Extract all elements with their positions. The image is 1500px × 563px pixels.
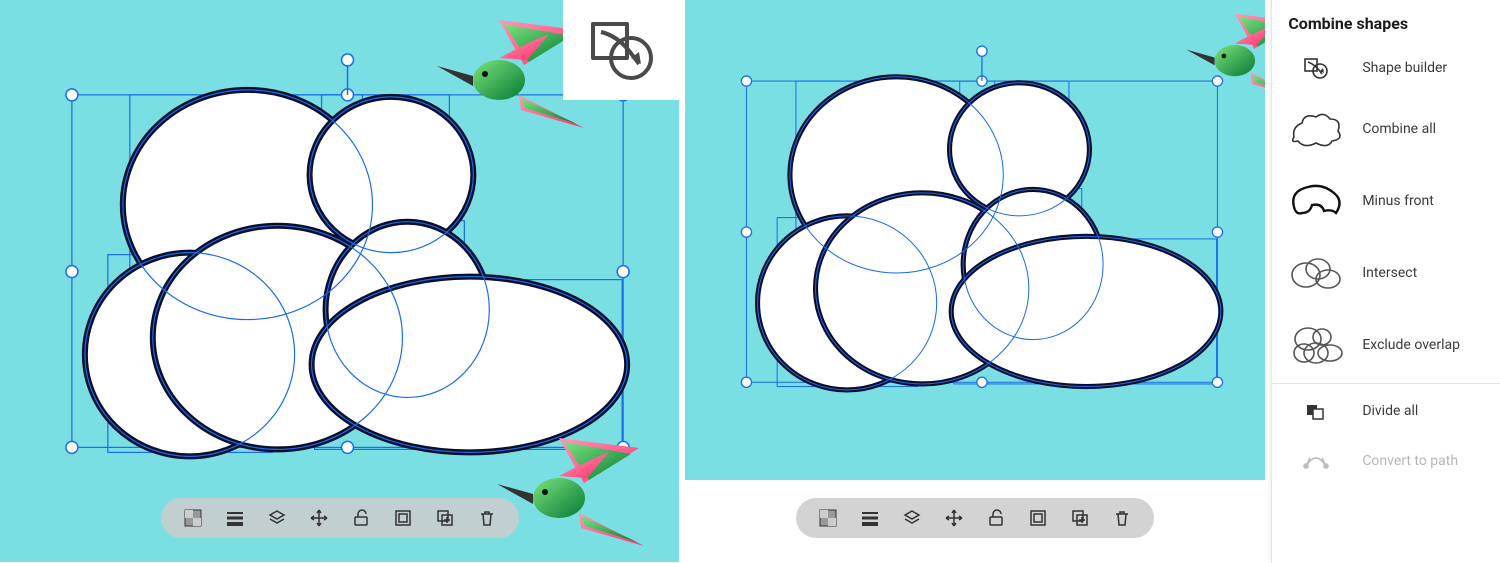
canvas-left[interactable] [0, 0, 679, 563]
duplicate-button[interactable] [1070, 508, 1090, 528]
delete-button[interactable] [1112, 508, 1132, 528]
panel-item-combine-all[interactable]: Combine all [1272, 93, 1500, 165]
panel-divider [1272, 383, 1500, 384]
panel-item-shape-builder[interactable]: Shape builder [1272, 43, 1500, 93]
hummingbird-bottom-left-canvas [489, 428, 649, 558]
delete-button[interactable] [477, 508, 497, 528]
panel-item-label: Minus front [1362, 193, 1434, 209]
context-toolbar-right [796, 498, 1154, 538]
context-toolbar-left [161, 498, 519, 538]
panel-item-label: Exclude overlap [1362, 337, 1460, 353]
hummingbird-top-right-canvas [1181, 6, 1266, 107]
fill-swatch-button[interactable] [183, 508, 203, 528]
panel-item-label: Divide all [1362, 403, 1418, 419]
lock-button[interactable] [351, 508, 371, 528]
panel-item-label: Shape builder [1362, 60, 1447, 76]
combine-all-icon [1288, 105, 1344, 153]
panel-item-label: Combine all [1362, 121, 1436, 137]
group-button[interactable] [1028, 508, 1048, 528]
divide-all-icon [1288, 399, 1344, 423]
group-button[interactable] [393, 508, 413, 528]
artboard-right [685, 0, 1265, 480]
panel-item-minus-front[interactable]: Minus front [1272, 165, 1500, 237]
combine-shapes-panel: Combine shapes Shape builder Combine all… [1271, 0, 1500, 563]
panel-title: Combine shapes [1272, 0, 1500, 43]
shape-builder-icon [1288, 56, 1344, 80]
move-button[interactable] [309, 508, 329, 528]
lock-button[interactable] [986, 508, 1006, 528]
fill-swatch-button[interactable] [818, 508, 838, 528]
intersect-icon [1288, 249, 1344, 297]
stroke-weight-button[interactable] [860, 508, 880, 528]
stroke-weight-button[interactable] [225, 508, 245, 528]
duplicate-button[interactable] [435, 508, 455, 528]
shape-builder-icon [581, 16, 661, 84]
move-button[interactable] [944, 508, 964, 528]
shape-builder-callout [563, 0, 679, 100]
panel-item-label: Intersect [1362, 265, 1417, 281]
panel-item-label: Convert to path [1362, 453, 1458, 469]
panel-item-convert-to-path: Convert to path [1272, 436, 1500, 486]
minus-front-icon [1288, 177, 1344, 225]
canvas-right[interactable] [685, 0, 1265, 563]
convert-to-path-icon [1288, 449, 1344, 473]
exclude-overlap-icon [1288, 321, 1344, 369]
panel-item-exclude-overlap[interactable]: Exclude overlap [1272, 309, 1500, 381]
panel-item-divide-all[interactable]: Divide all [1272, 386, 1500, 436]
arrange-layers-button[interactable] [267, 508, 287, 528]
panel-item-intersect[interactable]: Intersect [1272, 237, 1500, 309]
arrange-layers-button[interactable] [902, 508, 922, 528]
